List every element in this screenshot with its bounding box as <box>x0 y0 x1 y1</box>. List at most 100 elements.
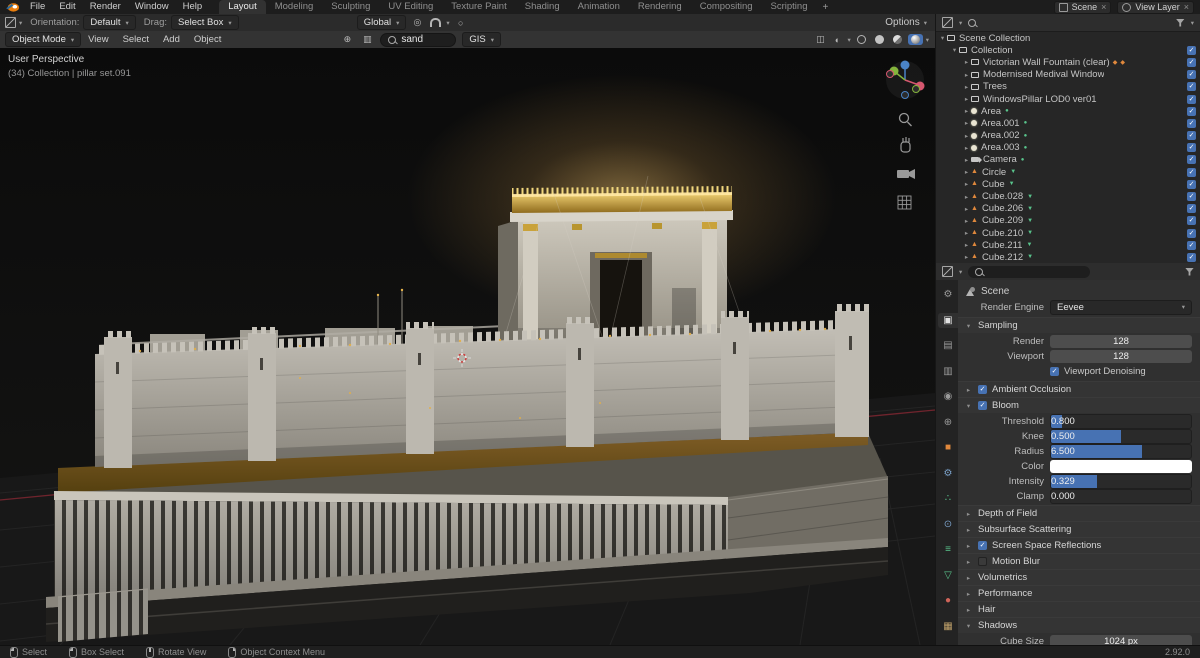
chevron-down-icon[interactable]: ▾ <box>847 36 850 44</box>
bloom-checkbox[interactable]: ✓ <box>978 401 987 410</box>
workspace-tab-shading[interactable]: Shading <box>516 0 569 14</box>
chevron-down-icon[interactable]: ▾ <box>1191 19 1194 27</box>
properties-tab-particles[interactable]: ∴ <box>938 491 958 506</box>
properties-tab-constraints[interactable]: ≡ <box>938 542 958 557</box>
panel-checkbox[interactable]: ✓ <box>978 541 987 550</box>
outliner-item[interactable]: ▸ Area.001 ● ✓ <box>936 117 1200 129</box>
unlink-icon[interactable]: × <box>1101 2 1106 12</box>
viewport-menu-select[interactable]: Select <box>116 33 156 47</box>
properties-editor-icon[interactable] <box>942 266 953 277</box>
disclosure-right-icon[interactable]: ▸ <box>962 180 971 188</box>
filter-funnel-icon[interactable] <box>1185 267 1194 276</box>
sampling-section-header[interactable]: ▾ Sampling <box>958 317 1200 333</box>
workspace-tab-modeling[interactable]: Modeling <box>266 0 323 14</box>
properties-tab-object[interactable]: ■ <box>938 440 958 455</box>
visibility-checkbox[interactable]: ✓ <box>1187 179 1196 189</box>
outliner-item[interactable]: ▸ ▲ Cube ▼ ✓ <box>936 178 1200 190</box>
disclosure-right-icon[interactable]: ▸ <box>962 217 971 225</box>
workspace-tab-animation[interactable]: Animation <box>569 0 629 14</box>
number-field[interactable]: 128 <box>1050 334 1192 348</box>
outliner-item[interactable]: ▸ WindowsPillar LOD0 ver01 ✓ <box>936 93 1200 105</box>
value-slider[interactable]: 0.500 <box>1050 428 1192 444</box>
chevron-down-icon[interactable]: ▾ <box>446 19 449 27</box>
panel-header-volumetrics[interactable]: ▸ Volumetrics <box>958 569 1200 585</box>
outliner-root-row[interactable]: ▾ Scene Collection <box>936 32 1200 44</box>
options-button[interactable]: Options ▾ <box>885 17 927 28</box>
render-engine-dropdown[interactable]: Eevee ▾ <box>1050 299 1192 315</box>
visibility-checkbox[interactable]: ✓ <box>1187 118 1196 128</box>
viewport-search-input[interactable]: sand <box>380 32 457 47</box>
menu-file[interactable]: File <box>23 0 52 14</box>
disclosure-right-icon[interactable]: ▸ <box>962 132 971 140</box>
visibility-checkbox[interactable]: ✓ <box>1187 131 1196 141</box>
disclosure-right-icon[interactable]: ▸ <box>962 58 971 66</box>
scene-selector[interactable]: Scene × <box>1053 0 1112 14</box>
outliner-item[interactable]: ▸ ▲ Cube.212 ▼ ✓ <box>936 251 1200 263</box>
chevron-down-icon[interactable]: ▾ <box>959 268 962 276</box>
menu-help[interactable]: Help <box>176 0 210 14</box>
menu-window[interactable]: Window <box>128 0 176 14</box>
transform-orientation-dropdown[interactable]: Global ▾ <box>356 15 407 30</box>
visibility-checkbox[interactable]: ✓ <box>1187 167 1196 177</box>
xray-toggle-icon[interactable]: ◫ <box>813 33 827 46</box>
visibility-checkbox[interactable]: ✓ <box>1187 106 1196 116</box>
value-slider[interactable]: 6.500 <box>1050 443 1192 459</box>
pivot-point-icon[interactable]: ◎ <box>410 16 424 29</box>
chevron-down-icon[interactable]: ▾ <box>959 19 962 27</box>
disclosure-right-icon[interactable]: ▸ <box>962 229 971 237</box>
panel-header-depth-of-field[interactable]: ▸ Depth of Field <box>958 505 1200 521</box>
panel-header-shadows[interactable]: ▾ Shadows <box>958 617 1200 633</box>
visibility-checkbox[interactable]: ✓ <box>1187 155 1196 165</box>
properties-tab-render[interactable]: ▣ <box>938 312 958 328</box>
disclosure-right-icon[interactable]: ▸ <box>962 205 971 213</box>
mode-selector-dropdown[interactable]: Object Mode ▾ <box>5 32 82 47</box>
add-workspace-button[interactable]: + <box>816 2 834 13</box>
visibility-checkbox[interactable]: ✓ <box>1187 216 1196 226</box>
value-slider[interactable]: 0.000 <box>1050 488 1192 504</box>
disclosure-right-icon[interactable]: ▸ <box>962 253 971 261</box>
workspace-tab-texture-paint[interactable]: Texture Paint <box>442 0 515 14</box>
panel-header-motion-blur[interactable]: ▸ Motion Blur <box>958 553 1200 569</box>
workspace-tab-rendering[interactable]: Rendering <box>629 0 691 14</box>
cube-size-field[interactable]: 1024 px <box>1050 634 1192 645</box>
overlays-icon[interactable]: ▥ <box>360 33 374 46</box>
visibility-checkbox[interactable]: ✓ <box>1187 252 1196 262</box>
drag-dropdown[interactable]: Select Box ▾ <box>171 15 239 30</box>
properties-tab-world[interactable]: ⊕ <box>938 415 958 430</box>
properties-tab-tool[interactable]: ⚙ <box>938 287 958 302</box>
color-swatch-field[interactable] <box>1050 459 1192 473</box>
visibility-checkbox[interactable]: ✓ <box>1187 57 1196 67</box>
visibility-checkbox[interactable]: ✓ <box>1187 228 1196 238</box>
outliner-item[interactable]: ▸ Camera ● ✓ <box>936 154 1200 166</box>
workspace-tab-layout[interactable]: Layout <box>219 0 266 14</box>
properties-tab-physics[interactable]: ⊙ <box>938 517 958 532</box>
outliner-item[interactable]: ▸ Area.003 ● ✓ <box>936 142 1200 154</box>
outliner-item[interactable]: ▾ Collection ✓ <box>936 44 1200 56</box>
gis-dropdown[interactable]: GIS ▾ <box>462 32 501 47</box>
disclosure-right-icon[interactable]: ▸ <box>962 95 971 103</box>
visibility-checkbox[interactable]: ✓ <box>1187 94 1196 104</box>
properties-tab-object-data[interactable]: ▽ <box>938 568 958 583</box>
outliner-item[interactable]: ▸ ▲ Cube.211 ▼ ✓ <box>936 239 1200 251</box>
panel-header-screen-space-reflections[interactable]: ▸ ✓ Screen Space Reflections <box>958 537 1200 553</box>
editor-type-button[interactable]: ▾ <box>5 17 22 28</box>
orientation-dropdown[interactable]: Default ▾ <box>83 15 136 30</box>
visibility-checkbox[interactable]: ✓ <box>1187 45 1196 55</box>
outliner-editor-icon[interactable] <box>942 17 953 28</box>
show-gizmo-icon[interactable]: ⊕ <box>340 33 354 46</box>
number-field[interactable]: 128 <box>1050 349 1192 363</box>
workspace-tab-sculpting[interactable]: Sculpting <box>322 0 379 14</box>
viewport-denoising-checkbox[interactable]: ✓ <box>1050 366 1059 376</box>
workspace-tab-compositing[interactable]: Compositing <box>691 0 762 14</box>
disclosure-right-icon[interactable]: ▸ <box>962 168 971 176</box>
disclosure-down-icon[interactable]: ▾ <box>950 46 959 54</box>
shading-solid-button[interactable] <box>872 34 887 45</box>
value-slider[interactable]: 0.329 <box>1050 473 1192 489</box>
properties-tab-view-layer[interactable]: ▥ <box>938 364 958 379</box>
visibility-checkbox[interactable]: ✓ <box>1187 82 1196 92</box>
panel-checkbox[interactable] <box>978 557 987 566</box>
properties-tab-scene[interactable]: ◉ <box>938 389 958 404</box>
visibility-checkbox[interactable]: ✓ <box>1187 240 1196 250</box>
properties-tab-modifiers[interactable]: ⚙ <box>938 466 958 481</box>
3d-viewport[interactable]: User Perspective (34) Collection | pilla… <box>0 48 935 645</box>
